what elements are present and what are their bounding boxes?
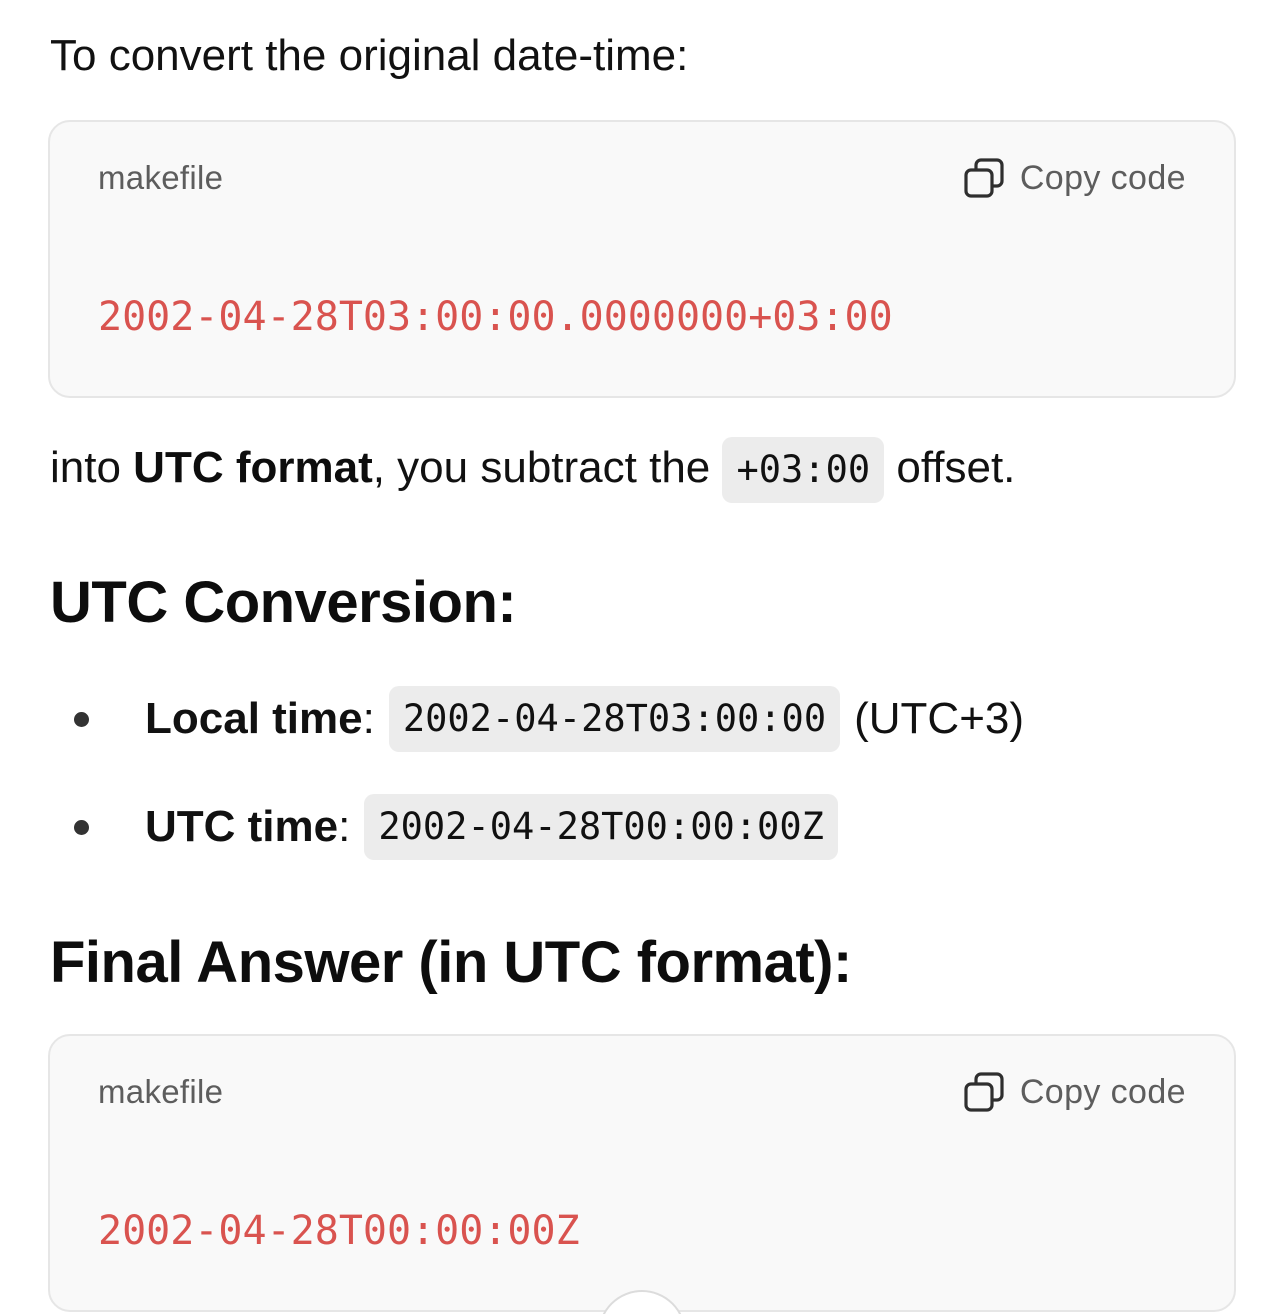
explanation-prefix: into — [50, 443, 134, 492]
code-block-final: makefile Copy code 2002-04-28T00:00:00Z — [48, 1034, 1236, 1312]
bullet-dot — [74, 819, 89, 835]
inline-code-utc-time: 2002-04-28T00:00:00Z — [364, 794, 838, 860]
bullet-dot — [74, 711, 89, 727]
list-item: Local time : 2002-04-28T03:00:00 (UTC+3) — [74, 685, 1024, 753]
explanation-suffix: offset. — [884, 443, 1016, 492]
list-item-suffix: (UTC+3) — [854, 694, 1025, 743]
code-block-original: makefile Copy code 2002-04-28T03:00:00.0… — [48, 120, 1236, 398]
intro-text: To convert the original date-time: — [50, 31, 689, 80]
code-content[interactable]: 2002-04-28T00:00:00Z — [98, 1206, 580, 1256]
code-language-label: makefile — [98, 1073, 224, 1110]
list-item: UTC time : 2002-04-28T00:00:00Z — [74, 793, 852, 861]
copy-code-label: Copy code — [1019, 158, 1186, 197]
inline-code-local-time: 2002-04-28T03:00:00 — [388, 686, 841, 752]
heading-final-answer: Final Answer (in UTC format): — [50, 930, 852, 995]
copy-code-button[interactable]: Copy code — [964, 158, 1186, 198]
list-item-separator: : — [338, 802, 351, 851]
explanation-paragraph: into UTC format, you subtract the +03:00… — [50, 436, 1016, 504]
explanation-middle: , you subtract the — [372, 443, 723, 492]
list-item-label: UTC time — [145, 802, 339, 851]
code-language-label: makefile — [98, 159, 224, 196]
code-content[interactable]: 2002-04-28T03:00:00.0000000+03:00 — [98, 292, 893, 342]
list-item-label: Local time — [145, 694, 363, 743]
copy-code-label: Copy code — [1019, 1072, 1186, 1111]
code-block-header: makefile Copy code — [98, 156, 1186, 200]
copy-icon — [964, 1072, 1004, 1112]
copy-code-button[interactable]: Copy code — [964, 1072, 1186, 1112]
inline-code-offset: +03:00 — [722, 437, 885, 504]
heading-utc-conversion: UTC Conversion: — [50, 570, 517, 635]
code-block-header: makefile Copy code — [98, 1070, 1186, 1114]
copy-icon — [964, 158, 1004, 198]
list-item-separator: : — [362, 694, 375, 743]
explanation-bold: UTC format — [133, 443, 373, 492]
